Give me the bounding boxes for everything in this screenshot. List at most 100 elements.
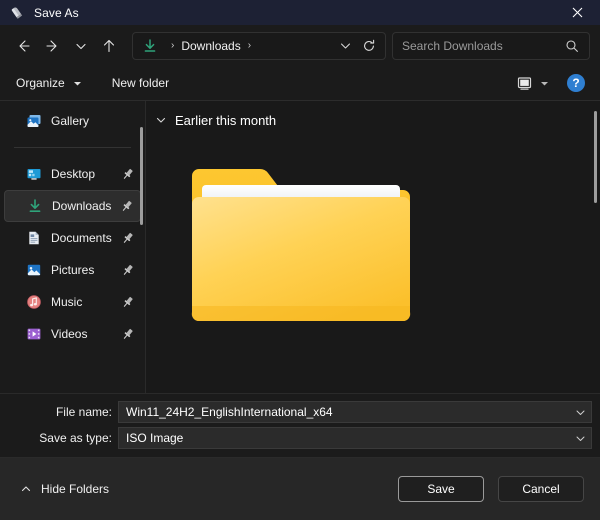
documents-icon	[26, 230, 42, 246]
folder-icon	[191, 169, 411, 322]
content-scrollbar-thumb[interactable]	[594, 111, 597, 203]
search-icon	[566, 39, 578, 52]
file-name-dropdown-button[interactable]	[569, 402, 591, 422]
sidebar-item-music[interactable]: Music	[4, 286, 141, 318]
hide-folders-label: Hide Folders	[41, 482, 110, 496]
chevron-down-icon	[76, 43, 86, 49]
refresh-button[interactable]	[357, 34, 381, 58]
chevron-down-icon	[155, 114, 167, 126]
file-name-combobox[interactable]	[118, 401, 592, 423]
sidebar-item-downloads[interactable]: Downloads	[4, 190, 141, 222]
sidebar-scrollbar[interactable]	[140, 127, 143, 357]
forward-button[interactable]	[38, 31, 68, 61]
command-bar-right: ?	[510, 70, 592, 96]
group-header-earlier-this-month[interactable]: Earlier this month	[146, 106, 600, 134]
recent-locations-button[interactable]	[68, 31, 94, 61]
videos-icon	[26, 326, 42, 342]
save-form: File name: Save as type:	[0, 393, 600, 457]
save-as-type-label: Save as type:	[39, 431, 112, 445]
sidebar-item-label: Documents	[51, 231, 112, 245]
arrow-up-icon	[103, 39, 115, 52]
address-bar[interactable]: › Downloads ›	[132, 31, 386, 60]
content-scrollbar[interactable]	[594, 111, 597, 351]
organize-button[interactable]: Organize	[8, 70, 90, 96]
file-name-input[interactable]	[126, 405, 569, 419]
gallery-icon	[26, 113, 42, 129]
save-button[interactable]: Save	[398, 476, 484, 502]
rufus-icon	[9, 5, 25, 21]
window-title: Save As	[34, 5, 79, 20]
sidebar-item-pictures[interactable]: Pictures	[4, 254, 141, 286]
breadcrumb-downloads[interactable]: Downloads	[181, 39, 240, 53]
pin-icon[interactable]	[120, 199, 134, 213]
pictures-icon	[26, 262, 42, 278]
refresh-icon	[364, 39, 375, 51]
file-list-pane[interactable]: Earlier this month	[146, 101, 600, 393]
search-box[interactable]	[392, 31, 590, 60]
footer-buttons: Save Cancel	[398, 476, 584, 502]
pin-icon[interactable]	[121, 263, 135, 277]
pin-icon[interactable]	[121, 167, 135, 181]
sidebar-item-label: Pictures	[51, 263, 95, 277]
sidebar-divider	[14, 147, 131, 148]
save-as-type-value[interactable]	[126, 431, 569, 445]
view-layout-icon	[516, 75, 533, 92]
sidebar-item-label: Gallery	[51, 114, 90, 128]
chevron-down-icon	[540, 79, 549, 88]
close-icon	[572, 7, 582, 18]
save-as-dialog: Save As › Downloads › Search Downloads O…	[0, 0, 600, 520]
window-controls	[554, 0, 600, 25]
help-button[interactable]: ?	[567, 74, 585, 92]
group-title: Earlier this month	[175, 112, 277, 128]
dialog-body: Gallery Desktop Downloads Documents Pict…	[0, 101, 600, 393]
save-as-type-combobox[interactable]	[118, 427, 592, 449]
file-list-item-folder[interactable]	[186, 154, 416, 339]
sidebar-item-documents[interactable]: Documents	[4, 222, 141, 254]
chevron-down-icon	[576, 410, 584, 415]
sidebar-scrollbar-thumb[interactable]	[140, 127, 143, 225]
cancel-button-label: Cancel	[522, 482, 560, 496]
sidebar-item-videos[interactable]: Videos	[4, 318, 141, 350]
back-button[interactable]	[8, 31, 38, 61]
address-dropdown-button[interactable]	[333, 34, 357, 58]
sidebar-item-gallery[interactable]: Gallery	[4, 105, 141, 137]
help-icon: ?	[572, 76, 580, 90]
save-button-label: Save	[427, 482, 455, 496]
file-name-label: File name:	[55, 405, 112, 419]
chevron-down-icon	[340, 43, 350, 49]
up-button[interactable]	[94, 31, 124, 61]
save-as-type-dropdown-button[interactable]	[569, 428, 591, 448]
music-icon	[26, 294, 42, 310]
downloads-icon	[27, 198, 43, 214]
arrow-right-icon	[46, 39, 57, 52]
new-folder-button[interactable]: New folder	[104, 70, 177, 96]
sidebar-item-label: Downloads	[52, 199, 112, 213]
pin-icon[interactable]	[121, 295, 135, 309]
cancel-button[interactable]: Cancel	[498, 476, 584, 502]
view-options-button[interactable]	[510, 70, 555, 96]
sidebar-item-label: Videos	[51, 327, 88, 341]
pin-icon[interactable]	[121, 327, 135, 341]
save-as-type-row: Save as type:	[0, 427, 600, 449]
organize-label: Organize	[16, 76, 65, 90]
breadcrumb-separator[interactable]: ›	[248, 40, 251, 51]
sidebar-item-desktop[interactable]: Desktop	[4, 158, 141, 190]
sidebar-item-label: Music	[51, 295, 83, 309]
search-input[interactable]	[402, 38, 561, 53]
pin-icon[interactable]	[121, 231, 135, 245]
file-name-row: File name:	[0, 401, 600, 423]
dialog-footer: Hide Folders Save Cancel	[0, 458, 600, 520]
navigation-pane: Gallery Desktop Downloads Documents Pict…	[0, 101, 146, 393]
navigation-bar: › Downloads ›	[0, 25, 600, 66]
chevron-up-icon	[20, 483, 32, 495]
chevron-down-icon	[73, 79, 82, 88]
chevron-down-icon	[576, 436, 584, 441]
desktop-icon	[26, 166, 42, 182]
search-button[interactable]	[561, 35, 583, 57]
breadcrumb-separator-leading: ›	[171, 39, 175, 51]
titlebar: Save As	[0, 0, 600, 25]
arrow-left-icon	[19, 39, 30, 52]
hide-folders-button[interactable]: Hide Folders	[16, 477, 113, 501]
downloads-arrow-icon	[142, 38, 158, 54]
close-button[interactable]	[554, 0, 600, 25]
